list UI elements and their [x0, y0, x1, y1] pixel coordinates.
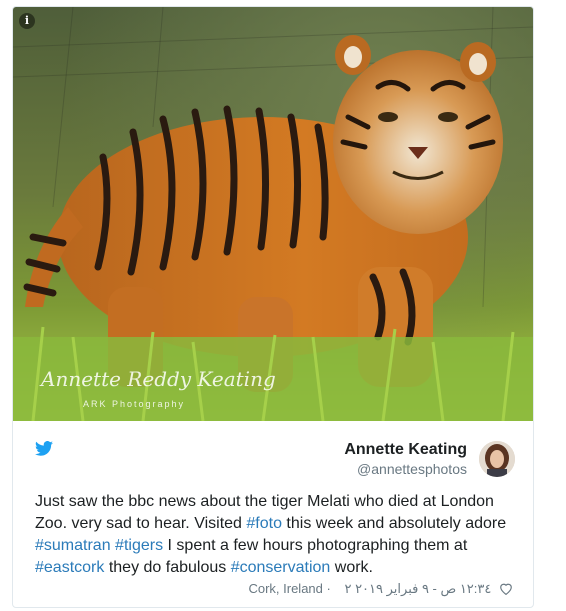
watermark-signature: Annette Reddy Keating	[41, 367, 276, 391]
info-icon[interactable]: i	[19, 13, 35, 29]
tweet-text: Just saw the bbc news about the tiger Me…	[35, 491, 519, 579]
tweet-text-fragment: work.	[330, 559, 373, 576]
meta-separator: ·	[326, 581, 335, 596]
tweet-body: Annette Keating @annettesphotos Just saw…	[13, 421, 533, 607]
hashtag-link[interactable]: #tigers	[115, 537, 163, 554]
tweet-location[interactable]: Cork, Ireland	[248, 581, 322, 596]
tweet-meta: Cork, Ireland · ١٢:٣٤ ص - ٩ فبراير ٢٠١٩ …	[248, 581, 513, 597]
tweet-text-fragment: this week and absolutely adore	[281, 515, 507, 532]
tweet-text-fragment: they do fabulous	[104, 559, 231, 576]
watermark-subtitle: ARK Photography	[83, 399, 186, 409]
author-handle[interactable]: @annettesphotos	[357, 461, 467, 477]
like-count: ٢	[344, 581, 352, 596]
author-name[interactable]: Annette Keating	[344, 441, 467, 459]
hashtag-link[interactable]: #sumatran	[35, 537, 111, 554]
tweet-photo[interactable]: i Annette Reddy Keating ARK Photography	[13, 7, 533, 421]
heart-icon[interactable]	[499, 582, 513, 595]
tiger-image	[13, 7, 533, 421]
hashtag-link[interactable]: #conservation	[231, 559, 331, 576]
hashtag-link[interactable]: #foto	[246, 515, 282, 532]
twitter-bird-icon[interactable]	[35, 441, 53, 456]
tweet-text-fragment: I spent a few hours photographing them a…	[163, 537, 468, 554]
tweet-card: i Annette Reddy Keating ARK Photography …	[12, 6, 534, 608]
avatar[interactable]	[479, 441, 515, 477]
tweet-datetime[interactable]: ١٢:٣٤ ص - ٩ فبراير ٢٠١٩	[355, 581, 491, 596]
hashtag-link[interactable]: #eastcork	[35, 559, 104, 576]
